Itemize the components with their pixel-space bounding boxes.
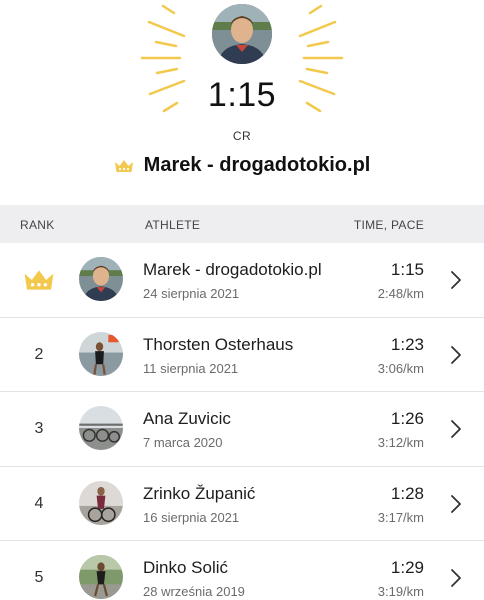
effort-pace: 3:06/km: [377, 360, 424, 376]
rank-cell: 4: [34, 494, 44, 512]
athlete-avatar[interactable]: [79, 480, 123, 525]
athlete-avatar[interactable]: [79, 406, 123, 450]
effort-pace: 3:12/km: [377, 435, 424, 450]
record-label: CR: [232, 129, 252, 143]
chevron-right-icon[interactable]: [450, 345, 462, 365]
athlete-name: Ana Zuvicic: [143, 409, 231, 428]
rank-cell: 3: [34, 420, 44, 437]
effort-time: 1:15: [390, 260, 424, 279]
athlete-name: Zrinko Županić: [143, 483, 256, 503]
rank-cell: [22, 243, 56, 317]
leaderboard-row[interactable]: 5 Dinko Solić 28 września 2019 1:29 3:19…: [0, 541, 484, 600]
record-time: 1:15: [207, 76, 277, 114]
effort-date: 28 września 2019: [143, 584, 245, 599]
crown-icon: [24, 270, 54, 290]
athlete-photo: [79, 257, 123, 301]
effort-pace: 2:48/km: [377, 286, 424, 301]
effort-date: 11 sierpnia 2021: [143, 360, 239, 376]
effort-time: 1:23: [390, 334, 424, 354]
athlete-name: Thorsten Osterhaus: [143, 334, 294, 354]
athlete-photo: [79, 480, 123, 525]
athlete-avatar[interactable]: [79, 331, 123, 376]
rank-cell: 5: [34, 569, 44, 586]
chevron-right-icon[interactable]: [450, 568, 462, 588]
chevron-right-icon[interactable]: [450, 419, 462, 439]
athlete-name: Marek - drogadotokio.pl: [143, 260, 322, 279]
record-holder-avatar[interactable]: [212, 4, 272, 64]
effort-pace: 3:17/km: [377, 509, 424, 525]
rank-column-header: RANK: [20, 218, 55, 232]
athlete-photo: [79, 406, 123, 450]
time-pace-column-header: TIME, PACE: [353, 218, 424, 232]
course-record-hero: 1:15 CR Marek - drogadotokio.pl: [0, 0, 484, 205]
effort-pace: 3:19/km: [377, 584, 424, 599]
leaderboard-header: RANK ATHLETE TIME, PACE: [0, 205, 484, 243]
effort-date: 24 sierpnia 2021: [143, 286, 240, 301]
chevron-right-icon[interactable]: [450, 494, 462, 514]
chevron-right-icon[interactable]: [450, 270, 462, 290]
leaderboard-row[interactable]: Marek - drogadotokio.pl 24 sierpnia 2021…: [0, 243, 484, 318]
athlete-photo: [212, 4, 272, 64]
leaderboard-row[interactable]: 3 Ana Zuvicic 7 marca 2020 1:26 3:12/km: [0, 392, 484, 467]
effort-time: 1:28: [390, 483, 424, 503]
crown-icon: [114, 159, 133, 172]
athlete-name: Dinko Solić: [143, 558, 229, 577]
athlete-avatar[interactable]: [79, 555, 123, 599]
rank-cell: 2: [34, 345, 44, 363]
athlete-photo: [79, 331, 123, 376]
leaderboard-row[interactable]: 2 Thorsten Osterhaus 11 sierpnia 2021 1:…: [0, 318, 484, 392]
athlete-column-header: ATHLETE: [145, 218, 201, 232]
effort-date: 7 marca 2020: [143, 435, 223, 450]
effort-date: 16 sierpnia 2021: [143, 509, 240, 525]
effort-time: 1:26: [390, 409, 424, 428]
effort-time: 1:29: [390, 558, 424, 577]
record-holder[interactable]: Marek - drogadotokio.pl: [0, 154, 484, 177]
leaderboard-row[interactable]: 4 Zrinko Županić 16 sierpnia 2021 1:28 3…: [0, 467, 484, 541]
record-holder-name: Marek - drogadotokio.pl: [143, 154, 371, 176]
athlete-avatar[interactable]: [79, 257, 123, 301]
athlete-photo: [79, 555, 123, 599]
leaderboard-list: Marek - drogadotokio.pl 24 sierpnia 2021…: [0, 243, 484, 600]
